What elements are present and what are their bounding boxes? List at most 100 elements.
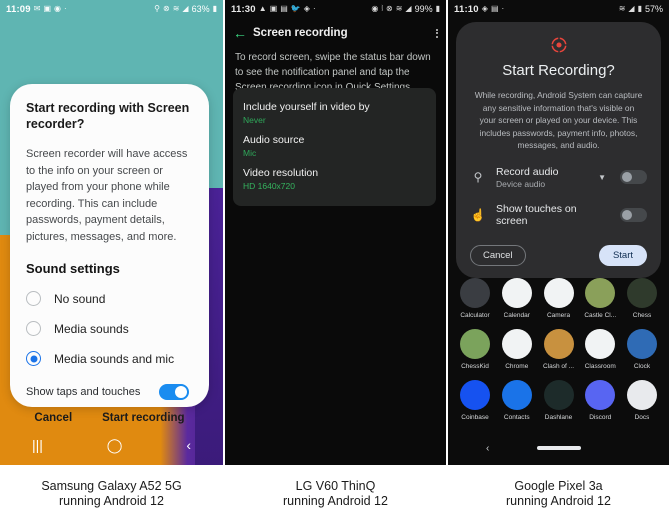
camera-icon: [543, 278, 574, 308]
vpn-icon: ◈: [303, 4, 310, 13]
vpn-icon: ◈: [481, 4, 488, 13]
status-battery-text: 63%: [191, 4, 210, 14]
home-icon[interactable]: ◯: [107, 437, 123, 454]
wifi-icon: ≋: [172, 4, 180, 13]
alarm-icon: ◉: [54, 4, 62, 13]
show-touches-row[interactable]: ☝ Show touches on screen: [470, 203, 647, 227]
record-audio-row[interactable]: ⚲ Record audio Device audio ▼: [470, 166, 647, 189]
back-icon[interactable]: ‹: [186, 437, 191, 453]
show-touches-toggle[interactable]: [620, 207, 647, 222]
castle-clash-icon: [585, 278, 616, 308]
app-label: ChessKid: [461, 363, 489, 370]
cancel-button[interactable]: Cancel: [34, 412, 72, 424]
record-audio-toggle[interactable]: [620, 170, 647, 184]
mute-icon: ⊗: [386, 4, 393, 13]
app-contacts[interactable]: Contacts: [498, 380, 536, 421]
contacts-icon: [501, 380, 532, 410]
app-label: Castle Cl...: [584, 312, 617, 319]
start-recording-button[interactable]: Start recording: [102, 412, 184, 424]
app-coinbase[interactable]: Coinbase: [456, 380, 494, 421]
recents-icon[interactable]: |||: [32, 437, 43, 453]
app-label: Dashlane: [544, 414, 573, 421]
dashlane-icon: [543, 380, 574, 410]
caption-lg: LG V60 ThinQ running Android 12: [225, 465, 446, 522]
lg-status-bar: 11:30 ▲ ▣ ▤ 🐦 ◈ · ◉ ⦚ ⊗ ≋ ◢ 99% ▮: [225, 0, 446, 18]
status-left-group: 11:09 ✉ ▣ ◉ ·: [6, 4, 67, 15]
samsung-screen: 11:09 ✉ ▣ ◉ · ⚲ ⊗ ≋ ◢ 63% ▮ Start record…: [0, 0, 223, 465]
app-chess[interactable]: Chess: [623, 278, 661, 319]
radio-icon-selected[interactable]: [26, 351, 41, 366]
app-castle-clash[interactable]: Castle Cl...: [581, 278, 619, 319]
wifi-icon: ≋: [618, 4, 626, 13]
calendar-icon: [501, 278, 532, 308]
show-touches-text: Show touches on screen: [496, 203, 610, 227]
status-right-group: ◉ ⦚ ⊗ ≋ ◢ 99% ▮: [371, 4, 440, 14]
status-left-group: 11:30 ▲ ▣ ▤ 🐦 ◈ ·: [231, 4, 316, 15]
app-calculator[interactable]: Calculator: [456, 278, 494, 319]
app-camera[interactable]: Camera: [540, 278, 578, 319]
gallery-icon: ▣: [43, 4, 52, 13]
status-left-group: 11:10 ◈ ▤ ·: [454, 4, 504, 15]
cancel-button[interactable]: Cancel: [470, 244, 526, 266]
back-arrow-icon[interactable]: ←: [233, 26, 251, 40]
message-icon: ✉: [33, 4, 41, 13]
radio-icon[interactable]: [26, 321, 41, 336]
radio-option-media-sounds[interactable]: Media sounds: [26, 321, 193, 336]
lg-settings-card: Include yourself in video by Never Audio…: [233, 88, 436, 206]
status-battery-text: 99%: [414, 4, 433, 14]
list-item-title: Audio source: [243, 134, 305, 146]
chess-icon: [627, 278, 657, 308]
toggle-knob: [622, 209, 632, 220]
caption-line-2: running Android 12: [506, 493, 611, 508]
pixel-screen: 11:10 ◈ ▤ · ≋ ◢ ▮ 57% Start Recording? W…: [448, 0, 669, 465]
app-dashlane[interactable]: Dashlane: [540, 380, 578, 421]
app-label: Coinbase: [461, 414, 489, 421]
list-item-video-resolution[interactable]: Video resolution HD 1640x720: [243, 163, 426, 196]
app-label: Chrome: [505, 363, 529, 370]
calculator-icon: [460, 278, 490, 308]
app-label: Classroom: [584, 363, 616, 370]
app-chrome[interactable]: Chrome: [498, 329, 536, 370]
app-row: Calculator Calendar Camera Castle Cl... …: [456, 278, 661, 319]
app-label: Clash of ...: [542, 363, 575, 370]
list-item-value: Never: [243, 115, 266, 125]
app-docs[interactable]: Docs: [623, 380, 661, 421]
app-label: Docs: [634, 414, 650, 421]
chevron-down-icon[interactable]: ▼: [598, 173, 606, 182]
list-item-value: HD 1640x720: [243, 181, 295, 191]
home-gesture-pill[interactable]: [536, 446, 581, 450]
app-clash-of-clans[interactable]: Clash of ...: [540, 329, 578, 370]
overflow-menu-icon[interactable]: [436, 28, 438, 38]
dialog-body: Screen recorder will have access to the …: [26, 148, 188, 243]
lg-screen: 11:30 ▲ ▣ ▤ 🐦 ◈ · ◉ ⦚ ⊗ ≋ ◢ 99% ▮ ← Scre…: [225, 0, 446, 465]
caption-pixel: Google Pixel 3a running Android 12: [448, 465, 669, 522]
toggle-knob: [175, 386, 187, 398]
back-icon[interactable]: ‹: [486, 443, 489, 454]
download-icon: ▤: [280, 4, 288, 13]
show-taps-toggle[interactable]: [159, 384, 189, 400]
radio-icon[interactable]: [26, 291, 41, 306]
app-discord[interactable]: Discord: [581, 380, 619, 421]
touch-icon: ☝: [470, 207, 486, 222]
lg-app-bar: ← Screen recording: [225, 20, 446, 46]
list-item-include-yourself[interactable]: Include yourself in video by Never: [243, 97, 426, 130]
page-title: Screen recording: [253, 27, 348, 39]
show-taps-row[interactable]: Show taps and touches: [26, 384, 193, 400]
start-button[interactable]: Start: [598, 244, 647, 266]
list-item-audio-source[interactable]: Audio source Mic: [243, 130, 426, 163]
record-audio-text: Record audio Device audio: [496, 166, 588, 189]
radio-option-no-sound[interactable]: No sound: [26, 291, 193, 306]
dialog-title: Start Recording?: [502, 62, 615, 79]
app-row: ChessKid Chrome Clash of ... Classroom C…: [456, 329, 661, 370]
radio-label: No sound: [54, 291, 106, 306]
caption-line-2: running Android 12: [59, 493, 164, 508]
record-audio-title: Record audio: [496, 165, 559, 178]
status-time: 11:10: [454, 3, 479, 15]
app-classroom[interactable]: Classroom: [581, 329, 619, 370]
app-chesskid[interactable]: ChessKid: [456, 329, 494, 370]
app-clock[interactable]: Clock: [623, 329, 661, 370]
app-calendar[interactable]: Calendar: [498, 278, 536, 319]
wifi-icon: ≋: [395, 4, 403, 13]
radio-option-media-sounds-and-mic[interactable]: Media sounds and mic: [26, 351, 193, 366]
signal-icon: ◢: [405, 4, 412, 13]
